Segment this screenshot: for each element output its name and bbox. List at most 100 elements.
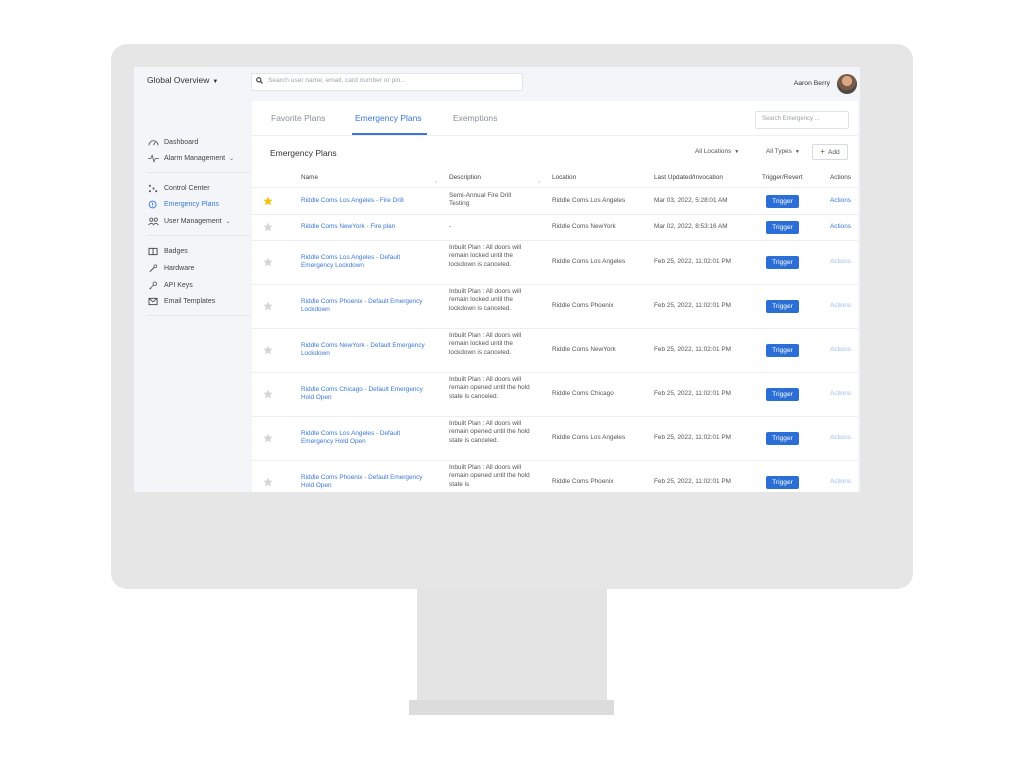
plan-description: - [449, 223, 452, 230]
sidebar-item-label: Emergency Plans [164, 201, 219, 208]
tab-exemptions[interactable]: Exemptions [453, 113, 497, 123]
actions-link[interactable]: Actions [830, 302, 851, 309]
star-icon[interactable] [263, 389, 273, 399]
sidebar: Dashboard Alarm Management ⌄ Control Cent… [134, 101, 252, 492]
plan-name-link[interactable]: Riddle Coms Phoenix - Default Emergency … [301, 474, 431, 491]
sidebar-divider [146, 315, 250, 316]
trigger-button[interactable]: Trigger [766, 194, 799, 208]
wrench-icon [149, 264, 158, 273]
avatar[interactable] [837, 74, 857, 94]
star-icon[interactable] [263, 477, 273, 487]
search-placeholder: Search user name, email, card number or … [268, 77, 406, 84]
sidebar-item-email-templates[interactable]: Email Templates [148, 297, 215, 306]
table-row: Riddle Coms Los Angeles - Fire Drill Semi… [252, 188, 858, 215]
plan-description: Inbuilt Plan : All doors will remain ope… [449, 376, 530, 400]
actions-link[interactable]: Actions [830, 197, 851, 204]
sidebar-item-label: API Keys [164, 282, 193, 289]
actions-link[interactable]: Actions [830, 390, 851, 397]
caret-down-icon: ▼ [794, 149, 800, 155]
global-overview-dropdown[interactable]: Global Overview ▼ [147, 75, 218, 85]
plan-location: Riddle Coms Phoenix [552, 478, 614, 485]
star-icon[interactable] [263, 433, 273, 443]
trigger-button[interactable]: Trigger [766, 475, 799, 489]
plan-description: Inbuilt Plan : All doors will remain loc… [449, 332, 522, 356]
star-filled-icon[interactable] [263, 196, 273, 206]
plan-last-updated: Feb 25, 2022, 11:02:01 PM [654, 478, 731, 485]
trigger-button[interactable]: Trigger [766, 220, 799, 234]
trigger-button[interactable]: Trigger [766, 431, 799, 445]
plan-name-link[interactable]: Riddle Coms Los Angeles - Fire Drill [301, 197, 431, 205]
plan-name-link[interactable]: Riddle Coms Los Angeles - Default Emerge… [301, 254, 431, 271]
trigger-button[interactable]: Trigger [766, 255, 799, 269]
main-panel: Favorite Plans Emergency Plans Exemption… [252, 101, 858, 492]
badge-icon [148, 247, 158, 256]
plan-last-updated: Mar 02, 2022, 8:53:16 AM [654, 223, 728, 230]
star-icon[interactable] [263, 345, 273, 355]
table-row: Riddle Coms Los Angeles - Default Emerge… [252, 416, 858, 461]
star-icon[interactable] [263, 301, 273, 311]
column-header-name[interactable]: Name [301, 174, 318, 181]
sort-icon[interactable]: ⌟ [538, 178, 540, 184]
actions-link[interactable]: Actions [830, 223, 851, 230]
sidebar-item-label: Hardware [164, 265, 195, 272]
sidebar-item-label: Email Templates [164, 298, 216, 305]
tab-emergency-plans[interactable]: Emergency Plans [355, 113, 422, 123]
column-header-description[interactable]: Description [449, 174, 481, 181]
user-name[interactable]: Aaron Berry [794, 80, 830, 87]
plan-location: Riddle Coms Los Angeles [552, 434, 626, 441]
sidebar-item-badges[interactable]: Badges [148, 247, 188, 256]
trigger-button[interactable]: Trigger [766, 387, 799, 401]
actions-link[interactable]: Actions [830, 258, 851, 265]
tab-favorite-plans[interactable]: Favorite Plans [271, 113, 325, 123]
add-label: Add [827, 148, 840, 156]
alert-circle-icon [148, 200, 157, 209]
star-icon[interactable] [263, 257, 273, 267]
sidebar-item-control-center[interactable]: Control Center [148, 184, 210, 193]
plus-icon: + [820, 147, 825, 156]
table-row: Riddle Coms Phoenix - Default Emergency … [252, 284, 858, 329]
sort-icon[interactable]: ⌟ [435, 178, 437, 184]
actions-link[interactable]: Actions [830, 478, 851, 485]
sidebar-item-alarm-management[interactable]: Alarm Management ⌄ [148, 154, 234, 163]
chevron-down-icon: ⌄ [229, 156, 235, 162]
add-button[interactable]: + Add [812, 144, 848, 160]
search-icon [256, 77, 263, 84]
plan-last-updated: Mar 03, 2022, 5:28:01 AM [654, 197, 728, 204]
users-icon [148, 217, 159, 226]
all-types-filter[interactable]: All Types ▼ [766, 148, 800, 155]
search-emergency-input[interactable]: Search Emergency ... [755, 111, 849, 129]
sidebar-item-user-management[interactable]: User Management ⌄ [148, 217, 231, 226]
all-locations-filter[interactable]: All Locations ▼ [695, 148, 739, 155]
plan-name-link[interactable]: Riddle Coms Phoenix - Default Emergency … [301, 298, 431, 315]
top-bar: Global Overview ▼ Search user name, email… [134, 67, 860, 101]
monitor-stand-base [409, 700, 614, 715]
star-icon[interactable] [263, 222, 273, 232]
trigger-button[interactable]: Trigger [766, 299, 799, 313]
sidebar-item-emergency-plans[interactable]: Emergency Plans [148, 200, 219, 209]
actions-link[interactable]: Actions [830, 434, 851, 441]
sidebar-item-hardware[interactable]: Hardware [148, 264, 194, 273]
table-header: Name ⌟ Description ⌟ Location Last Updat… [252, 170, 858, 188]
plan-name-link[interactable]: Riddle Coms Chicago - Default Emergency … [301, 386, 431, 403]
global-search-input[interactable]: Search user name, email, card number or … [251, 73, 523, 91]
caret-down-icon: ▼ [734, 149, 740, 155]
trigger-button[interactable]: Trigger [766, 343, 799, 357]
actions-link[interactable]: Actions [830, 346, 851, 353]
sidebar-item-dashboard[interactable]: Dashboard [148, 138, 198, 147]
plan-last-updated: Feb 25, 2022, 11:02:01 PM [654, 258, 731, 265]
plan-location: Riddle Coms NewYork [552, 346, 616, 353]
plan-name-link[interactable]: Riddle Coms NewYork - Fire plan [301, 223, 431, 231]
plan-location: Riddle Coms Phoenix [552, 302, 614, 309]
column-header-actions: Actions [830, 174, 851, 181]
plan-name-link[interactable]: Riddle Coms NewYork - Default Emergency … [301, 342, 431, 359]
active-tab-indicator [352, 133, 427, 135]
plan-description: Inbuilt Plan : All doors will remain loc… [449, 288, 522, 312]
sidebar-item-label: Control Center [164, 185, 210, 192]
filter-label: All Locations [695, 148, 732, 155]
table-row: Riddle Coms NewYork - Fire plan - Riddle C… [252, 214, 858, 241]
sidebar-item-label: Badges [164, 248, 188, 255]
plan-name-link[interactable]: Riddle Coms Los Angeles - Default Emerge… [301, 430, 431, 447]
global-overview-label: Global Overview [147, 75, 210, 85]
sidebar-item-api-keys[interactable]: API Keys [148, 281, 193, 290]
plan-description: Inbuilt Plan : All doors will remain ope… [449, 420, 530, 444]
